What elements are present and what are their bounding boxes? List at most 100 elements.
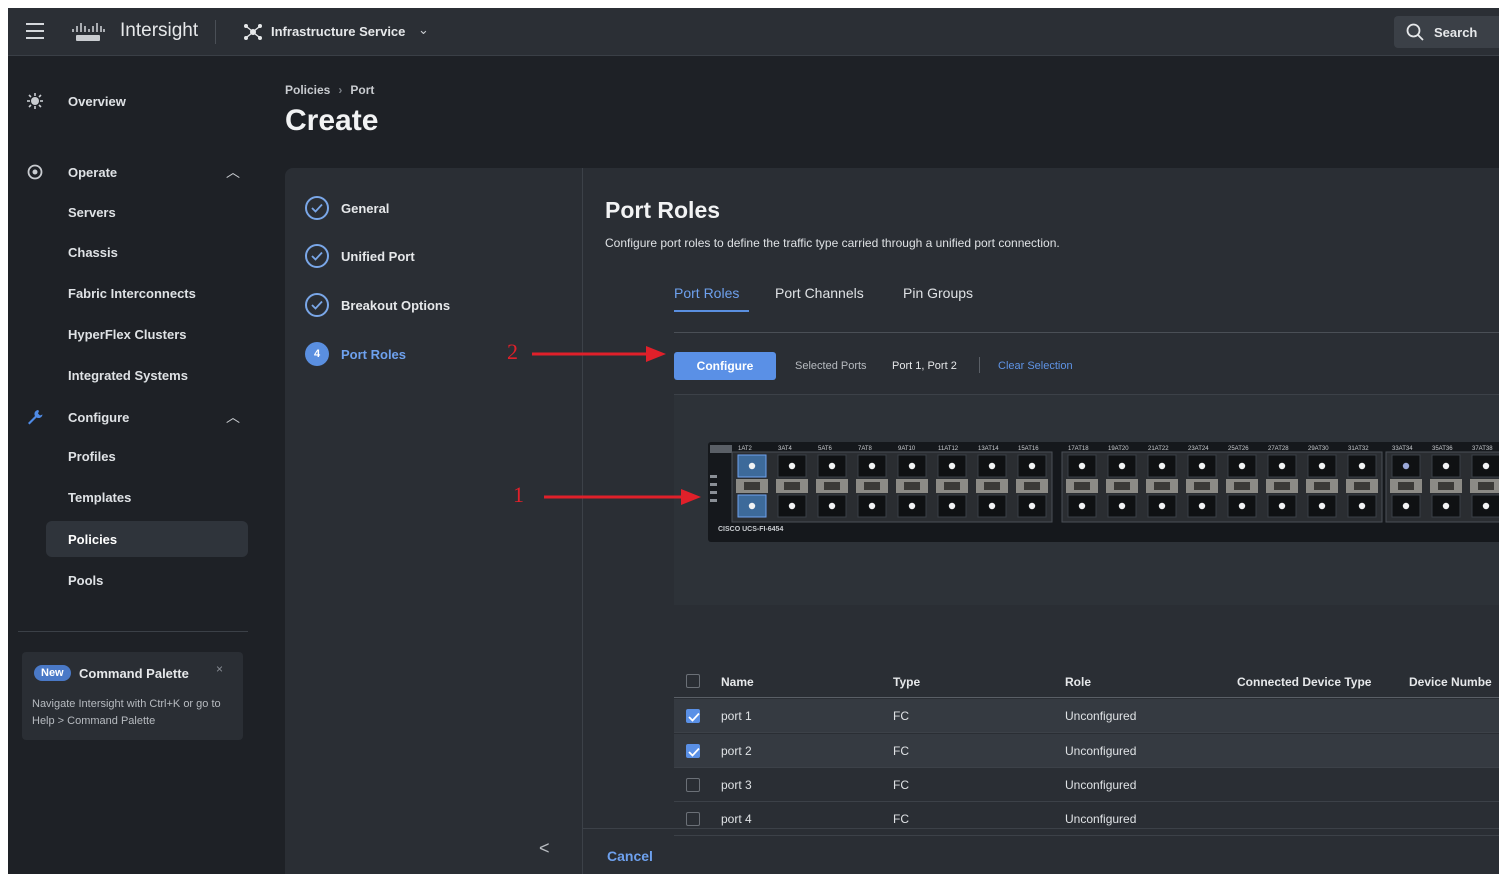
menu-icon[interactable]	[26, 23, 44, 39]
sidebar-item-label: Profiles	[68, 449, 116, 464]
column-header-device-number[interactable]: Device Numbe	[1409, 675, 1492, 689]
tab-divider	[674, 332, 1499, 333]
table-row[interactable]: port 1 FC Unconfigured	[674, 699, 1499, 733]
sidebar-item-operate[interactable]: Operate ︿	[8, 153, 260, 191]
sidebar-item-label: Fabric Interconnects	[68, 286, 196, 301]
breadcrumb-policies-link[interactable]: Policies	[285, 83, 330, 97]
sidebar-item-label: Operate	[68, 165, 118, 180]
sidebar-item-fabric-interconnects[interactable]: Fabric Interconnects	[8, 274, 260, 312]
wrench-icon	[28, 410, 43, 425]
search-button[interactable]: Search	[1394, 16, 1499, 48]
port-led	[1118, 462, 1126, 470]
port-cage-slot	[1354, 482, 1370, 490]
configure-button[interactable]: Configure	[674, 352, 776, 380]
divider	[979, 357, 980, 373]
port-led	[988, 462, 996, 470]
fabric-interconnect-switch: 1AT2 3AT4 5AT6 7AT8 9AT10 11AT12 13AT14 15AT16 1…	[708, 442, 1499, 542]
table-row[interactable]: port 4 FC Unconfigured	[674, 802, 1499, 836]
sidebar-item-chassis[interactable]: Chassis	[8, 233, 260, 271]
tab-pin-groups[interactable]: Pin Groups	[903, 285, 973, 301]
active-tab-indicator	[674, 310, 749, 312]
chevron-up-icon[interactable]: ︿	[226, 162, 240, 182]
column-header-connected-device-type[interactable]: Connected Device Type	[1237, 675, 1371, 689]
clear-selection-link[interactable]: Clear Selection	[998, 360, 1073, 372]
port-cage-slot	[1114, 482, 1130, 490]
sidebar-item-label: Chassis	[68, 245, 118, 260]
port-cage-slot	[744, 482, 760, 490]
wizard-step-unified-port[interactable]: Unified Port	[305, 244, 565, 270]
sidebar-item-hyperflex-clusters[interactable]: HyperFlex Clusters	[8, 315, 260, 353]
cancel-button[interactable]: Cancel	[607, 848, 653, 864]
sidebar-item-policies[interactable]: Policies	[46, 521, 248, 557]
sidebar-item-label: HyperFlex Clusters	[68, 327, 187, 342]
tab-port-roles[interactable]: Port Roles	[674, 285, 739, 301]
port-led	[988, 502, 996, 510]
table-row[interactable]: port 3 FC Unconfigured	[674, 768, 1499, 802]
column-header-role[interactable]: Role	[1065, 675, 1091, 689]
sidebar-item-servers[interactable]: Servers	[8, 193, 260, 231]
port-group: 1AT2 3AT4 5AT6 7AT8 9AT10 11AT12 13AT14 15AT16	[731, 446, 1053, 523]
service-selector[interactable]: Infrastructure Service	[271, 24, 405, 39]
port-led	[1158, 502, 1166, 510]
row-checkbox[interactable]	[686, 709, 700, 723]
column-header-type[interactable]: Type	[893, 675, 920, 689]
port-pair-label: 13AT14	[978, 446, 999, 452]
cell-type: FC	[893, 744, 909, 758]
port-led	[748, 502, 756, 510]
switch-led	[710, 491, 717, 494]
close-icon[interactable]: ×	[216, 662, 223, 676]
port-cage-slot	[864, 482, 880, 490]
table-row[interactable]: port 2 FC Unconfigured	[674, 734, 1499, 768]
switch-model-label: CISCO UCS-FI-6454	[718, 526, 783, 533]
chevron-down-icon[interactable]: ⌄	[418, 22, 429, 38]
port-pair-label: 21AT22	[1148, 446, 1169, 452]
selected-ports-label: Selected Ports	[795, 360, 867, 372]
chevron-up-icon[interactable]: ︿	[226, 407, 240, 427]
switch-led	[710, 475, 717, 478]
cell-role: Unconfigured	[1065, 812, 1137, 826]
port-pair-label: 1AT2	[738, 446, 753, 452]
column-header-name[interactable]: Name	[721, 675, 754, 689]
cell-name: port 4	[721, 812, 752, 826]
sidebar-item-integrated-systems[interactable]: Integrated Systems	[8, 356, 260, 394]
port-pair-label: 29AT30	[1308, 446, 1329, 452]
collapse-wizard-button[interactable]: <	[539, 838, 550, 859]
port-cage-slot	[944, 482, 960, 490]
wizard-step-general[interactable]: General	[305, 196, 565, 222]
wizard-step-port-roles[interactable]: 4 Port Roles	[305, 342, 565, 368]
switch-led	[710, 445, 732, 453]
port-led	[1238, 502, 1246, 510]
annotation-label-2: 2	[507, 339, 518, 364]
row-checkbox[interactable]	[686, 812, 700, 826]
port-led	[1078, 502, 1086, 510]
port-led	[1198, 462, 1206, 470]
sidebar-item-templates[interactable]: Templates	[8, 478, 260, 516]
port-led	[1358, 462, 1366, 470]
port-led	[1318, 462, 1326, 470]
port-cage-slot	[904, 482, 920, 490]
sidebar-item-overview[interactable]: Overview	[8, 82, 260, 120]
cell-role: Unconfigured	[1065, 744, 1137, 758]
sidebar-item-configure[interactable]: Configure ︿	[8, 398, 260, 436]
wizard-steps: General Unified Port Breakout Options 4 …	[285, 168, 582, 874]
row-checkbox[interactable]	[686, 778, 700, 792]
command-palette-title: Command Palette	[79, 666, 189, 681]
port-cage-slot	[1478, 482, 1494, 490]
port-pair-label: 7AT8	[858, 446, 873, 452]
switch-led	[710, 483, 717, 486]
table-header: Name Type Role Connected Device Type Dev…	[674, 664, 1499, 698]
sidebar-item-label: Pools	[68, 573, 104, 588]
operate-icon	[27, 164, 43, 180]
select-all-checkbox[interactable]	[686, 674, 700, 688]
annotation-arrow-icon	[532, 346, 666, 362]
sidebar-item-profiles[interactable]: Profiles	[8, 437, 260, 475]
row-checkbox[interactable]	[686, 744, 700, 758]
wizard-step-breakout-options[interactable]: Breakout Options	[305, 293, 565, 319]
sidebar-item-pools[interactable]: Pools	[8, 561, 260, 599]
check-icon	[305, 244, 329, 268]
breadcrumb: Policies › Port	[285, 83, 374, 97]
tab-port-channels[interactable]: Port Channels	[775, 285, 864, 301]
port-led	[748, 462, 756, 470]
port-led	[1078, 462, 1086, 470]
port-pair-label: 37AT38	[1472, 446, 1493, 452]
